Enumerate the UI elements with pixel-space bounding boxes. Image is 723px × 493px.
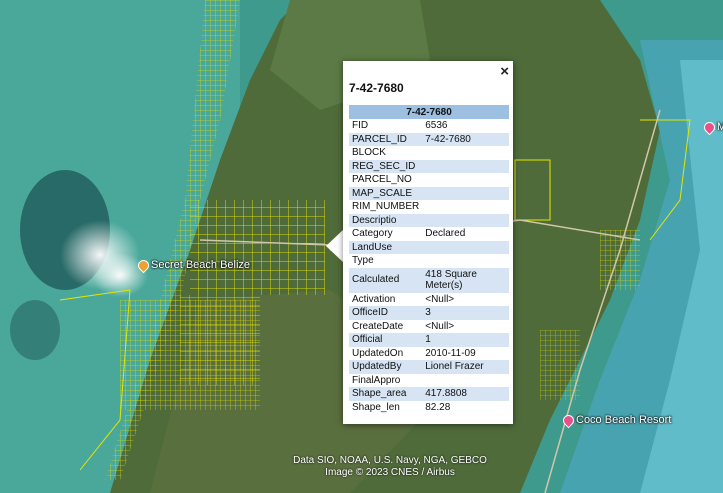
attribute-value: 3	[422, 306, 509, 320]
table-row: UpdatedOn 2010-11-09	[349, 347, 509, 361]
place-marker-icon	[560, 412, 577, 428]
table-row: Official 1	[349, 333, 509, 347]
attribute-value: Lionel Frazer	[422, 360, 509, 374]
attribute-key: UpdatedOn	[352, 347, 404, 359]
attribute-key: FID	[352, 120, 369, 131]
attribute-value	[422, 186, 509, 200]
table-row: FinalAppro	[349, 374, 509, 388]
attribute-value: <Null>	[425, 320, 455, 332]
attribution-line: Image © 2023 CNES / Airbus	[325, 467, 455, 478]
place-marker-icon	[701, 119, 718, 135]
attribute-key: Type	[352, 255, 374, 266]
parcel-info-popup: × 7-42-7680 7-42-7680 FID 6536 PARCEL_ID 7-…	[343, 61, 513, 424]
attribute-value	[422, 374, 509, 388]
table-row: Category Declared	[349, 227, 509, 241]
attribute-key: Shape_area	[349, 387, 423, 401]
attribute-key: FinalAppro	[352, 374, 401, 386]
place-label: M	[717, 121, 723, 133]
attribute-key: BLOCK	[352, 147, 386, 158]
table-row: Shape_area 417.8808	[349, 387, 509, 401]
attribute-value: 6536	[425, 120, 448, 131]
table-row: Shape_len 82.28	[349, 401, 509, 415]
place-pin-secret-beach[interactable]: Secret Beach Belize	[135, 257, 251, 273]
attribute-key: RIM_NUMBER	[352, 201, 420, 212]
attribute-key: Official	[349, 333, 423, 347]
table-row: FID 6536	[349, 119, 509, 133]
attribute-key: Activation	[352, 293, 396, 305]
table-row: Activation <Null>	[349, 293, 509, 307]
attribute-key: LandUse	[349, 240, 423, 254]
attribute-value: <Null>	[425, 293, 455, 305]
table-header: 7-42-7680	[349, 105, 509, 119]
attribution-line: Data SIO, NOAA, U.S. Navy, NGA, GEBCO	[293, 455, 487, 466]
place-label: Coco Beach Resort	[576, 414, 672, 426]
attribute-key: Descriptio	[349, 213, 423, 227]
table-row: PARCEL_NO	[349, 173, 509, 187]
attribute-rows: FID 6536 PARCEL_ID 7-42-7680 BLOCK REG_SEC_ID…	[349, 119, 509, 414]
table-row: CreateDate <Null>	[349, 320, 509, 334]
attribute-key: Calculated	[349, 267, 423, 293]
place-marker-icon	[135, 257, 152, 273]
table-row: PARCEL_ID 7-42-7680	[349, 132, 509, 146]
table-row: RIM_NUMBER	[349, 200, 509, 214]
attribute-value: Declared	[425, 228, 466, 239]
map-attribution: Data SIO, NOAA, U.S. Navy, NGA, GEBCO Im…	[285, 455, 495, 479]
table-row: UpdatedBy Lionel Frazer	[349, 360, 509, 374]
attribute-key: REG_SEC_ID	[349, 159, 423, 173]
attribute-key: Shape_len	[352, 401, 400, 413]
attribute-value: 82.28	[425, 401, 451, 413]
attribute-value	[422, 173, 509, 187]
attribute-value	[422, 240, 509, 254]
attribute-value: 418 Square Meter(s)	[422, 267, 509, 293]
table-row: LandUse	[349, 240, 509, 254]
attribute-table: 7-42-7680 FID 6536 PARCEL_ID 7-42-7680 BLOCK…	[349, 105, 509, 414]
attribute-key: PARCEL_NO	[352, 174, 412, 185]
attribute-key: MAP_SCALE	[349, 186, 423, 200]
popup-title: 7-42-7680	[349, 81, 404, 95]
place-pin-m[interactable]: M	[701, 119, 723, 135]
attribute-key: OfficeID	[349, 306, 423, 320]
attribute-value	[422, 159, 509, 173]
attribute-value	[422, 254, 509, 268]
close-icon[interactable]: ×	[500, 63, 509, 80]
attribute-key: PARCEL_ID	[349, 132, 423, 146]
table-row: Calculated 418 Square Meter(s)	[349, 267, 509, 293]
attribute-value: 2010-11-09	[425, 347, 476, 359]
attribute-key: UpdatedBy	[349, 360, 423, 374]
table-row: MAP_SCALE	[349, 186, 509, 200]
attribute-value	[422, 146, 509, 160]
attribute-key: CreateDate	[352, 320, 404, 332]
attribute-value	[422, 200, 509, 214]
table-row: REG_SEC_ID	[349, 159, 509, 173]
attribute-value: 7-42-7680	[422, 132, 509, 146]
table-row: Type	[349, 254, 509, 268]
attribute-value: 1	[422, 333, 509, 347]
attribute-key: Category	[352, 228, 393, 239]
popup-pointer	[326, 229, 344, 263]
attribute-value	[422, 213, 509, 227]
table-row: OfficeID 3	[349, 306, 509, 320]
table-row: BLOCK	[349, 146, 509, 160]
place-label: Secret Beach Belize	[151, 259, 251, 271]
table-row: Descriptio	[349, 213, 509, 227]
place-pin-coco-beach-resort[interactable]: Coco Beach Resort	[560, 412, 672, 428]
attribute-value: 417.8808	[422, 387, 509, 401]
